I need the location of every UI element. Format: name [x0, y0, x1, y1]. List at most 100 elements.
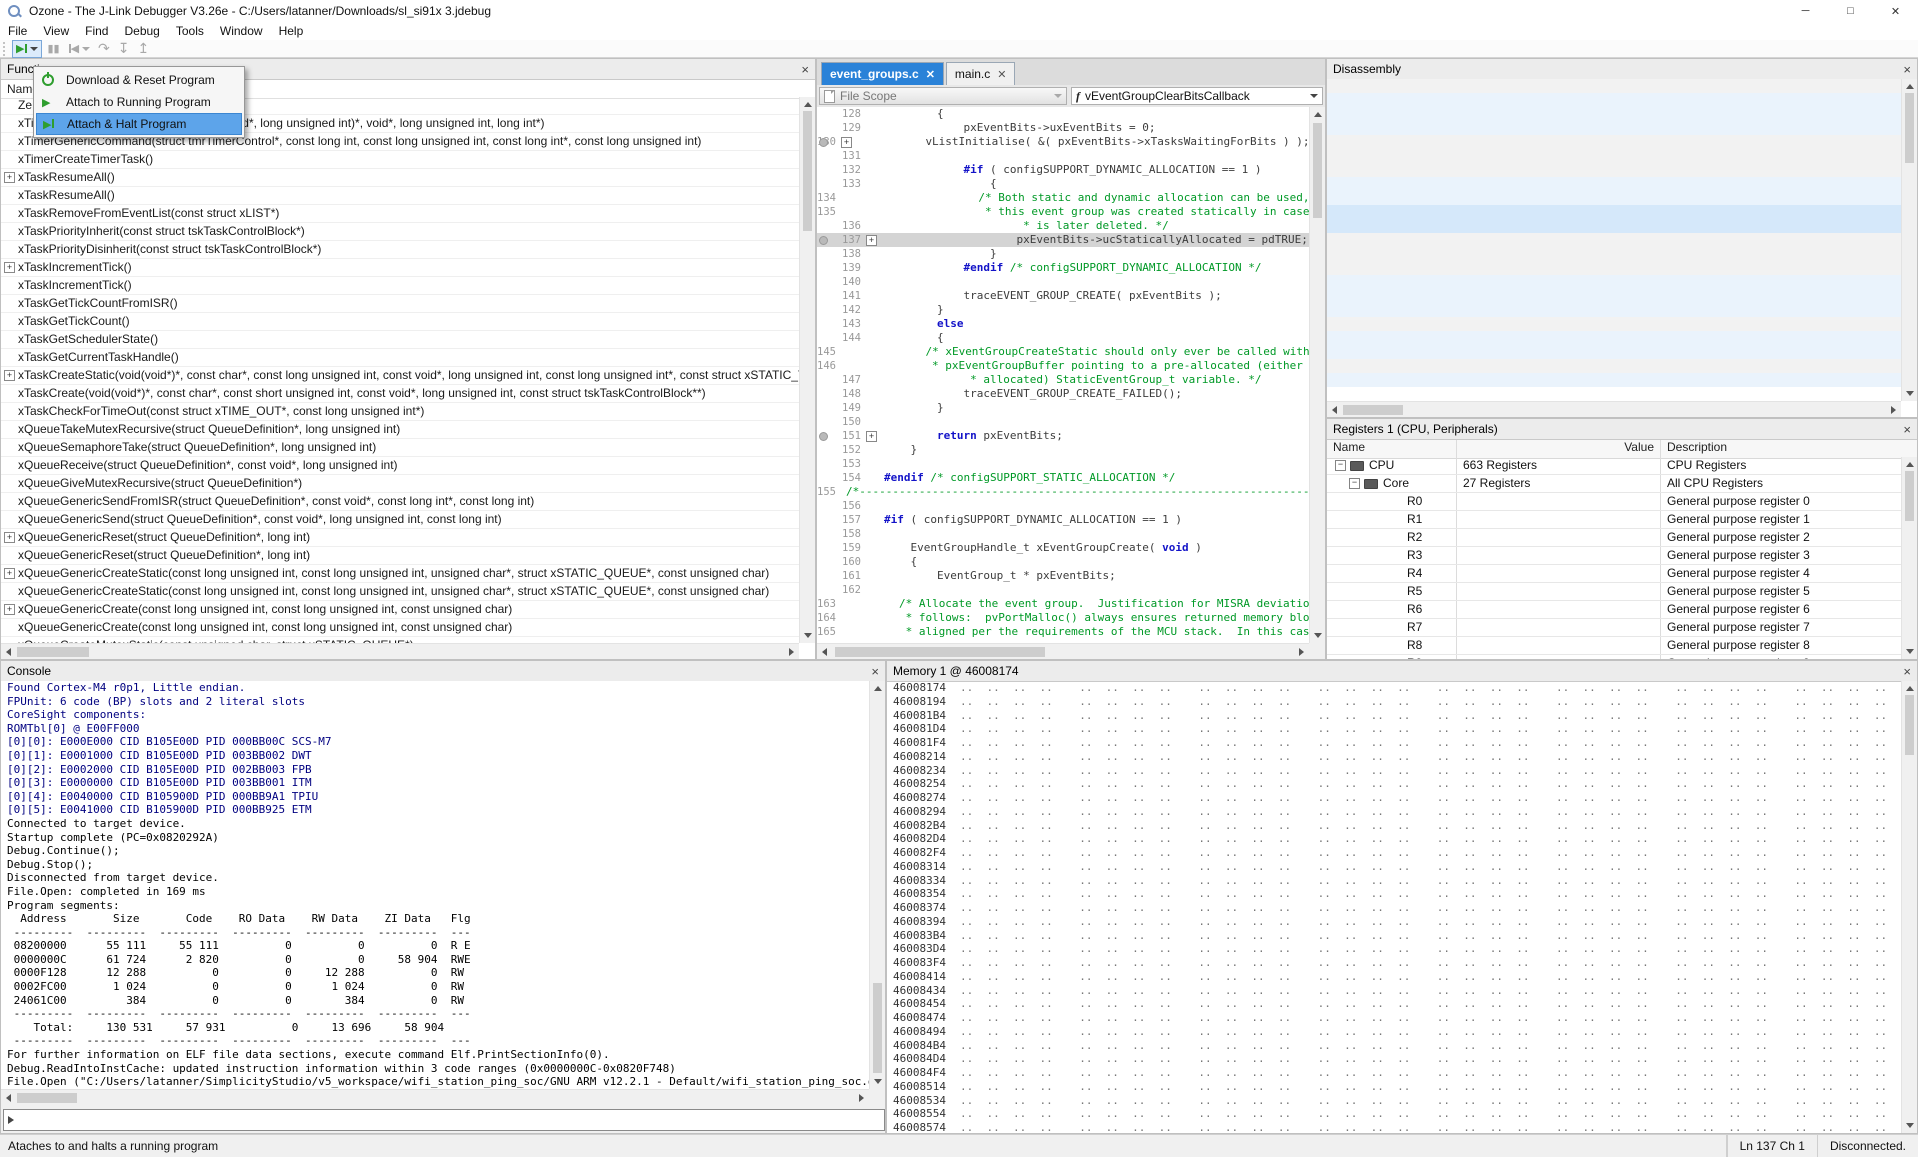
- disassembly-row[interactable]: 08202930ADDSP, SP, #8: [1327, 177, 1901, 191]
- memory-bytes[interactable]: .. .. .. .. .. .. .. .. .. .. .. .. .. .…: [960, 1080, 1887, 1093]
- dropdown-caret-icon[interactable]: [30, 47, 38, 51]
- code-line[interactable]: 159 + EventGroupHandle_t xEventGroupCrea…: [817, 541, 1309, 555]
- memory-bytes[interactable]: .. .. .. .. .. .. .. .. .. .. .. .. .. .…: [960, 874, 1887, 887]
- disassembly-row[interactable]: traceEVENT_GROUP_CREATE( pxEventBits );: [1327, 135, 1901, 149]
- code-line[interactable]: 165 + * aligned per the requirements of …: [817, 625, 1309, 639]
- code-line[interactable]: 153 +: [817, 457, 1309, 471]
- memory-bytes[interactable]: .. .. .. .. .. .. .. .. .. .. .. .. .. .…: [960, 819, 1887, 832]
- memory-bytes[interactable]: .. .. .. .. .. .. .. .. .. .. .. .. .. .…: [960, 736, 1887, 749]
- memory-bytes[interactable]: .. .. .. .. .. .. .. .. .. .. .. .. .. .…: [960, 695, 1887, 708]
- memory-bytes[interactable]: .. .. .. .. .. .. .. .. .. .. .. .. .. .…: [960, 1094, 1887, 1107]
- memory-bytes[interactable]: .. .. .. .. .. .. .. .. .. .. .. .. .. .…: [960, 777, 1887, 790]
- disassembly-row[interactable]: traceEVENT_GROUP_CREATE_FAILED();: [1327, 149, 1901, 163]
- registers-vscrollbar[interactable]: [1901, 457, 1917, 659]
- function-row[interactable]: + xQueueReceive(struct QueueDefinition*,…: [1, 457, 799, 475]
- disassembly-row[interactable]: 0820292AMOVSR3, #1: [1327, 93, 1901, 107]
- register-row[interactable]: − CPU 663 Registers CPU Registers: [1327, 457, 1901, 475]
- function-row[interactable]: + xTaskCreateStatic(void(void*)*, const …: [1, 367, 799, 385]
- register-value[interactable]: [1457, 493, 1661, 510]
- close-button[interactable]: ✕: [1873, 0, 1918, 22]
- expand-plus-icon[interactable]: +: [4, 370, 15, 381]
- disassembly-row[interactable]: xEventGroupCreate: [1327, 205, 1901, 219]
- memory-bytes[interactable]: .. .. .. .. .. .. .. .. .. .. .. .. .. .…: [960, 984, 1887, 997]
- code-line[interactable]: 161 + EventGroup_t * pxEventBits;: [817, 569, 1309, 583]
- memory-row[interactable]: 46008354.. .. .. .. .. .. .. .. .. .. ..…: [887, 887, 1901, 901]
- tab-close-icon[interactable]: ✕: [997, 68, 1006, 81]
- register-value[interactable]: [1457, 655, 1661, 659]
- registers-close-icon[interactable]: ×: [1903, 423, 1911, 436]
- register-value[interactable]: [1457, 547, 1661, 564]
- memory-bytes[interactable]: .. .. .. .. .. .. .. .. .. .. .. .. .. .…: [960, 929, 1887, 942]
- register-row[interactable]: − R1 General purpose register 1: [1327, 511, 1901, 529]
- function-row[interactable]: + xQueueSemaphoreTake(struct QueueDefini…: [1, 439, 799, 457]
- disassembly-row[interactable]: pxEventBits = ( EventGroup_t * ) pvPortM…: [1327, 261, 1901, 275]
- memory-row[interactable]: 46008534.. .. .. .. .. .. .. .. .. .. ..…: [887, 1094, 1901, 1108]
- memory-row[interactable]: 46008454.. .. .. .. .. .. .. .. .. .. ..…: [887, 997, 1901, 1011]
- register-row[interactable]: − R8 General purpose register 8: [1327, 637, 1901, 655]
- disassembly-row[interactable]: 08202932POP{R4, PC}: [1327, 191, 1901, 205]
- function-row[interactable]: + xQueueGenericReset(struct QueueDefinit…: [1, 529, 799, 547]
- code-line[interactable]: 160 + {: [817, 555, 1309, 569]
- file-scope-dropdown[interactable]: File Scope: [819, 87, 1067, 105]
- memory-row[interactable]: 46008574.. .. .. .. .. .. .. .. .. .. ..…: [887, 1121, 1901, 1133]
- memory-row[interactable]: 460084F4.. .. .. .. .. .. .. .. .. .. ..…: [887, 1066, 1901, 1080]
- code-line[interactable]: 147 + * allocated) StaticEventGroup_t va…: [817, 373, 1309, 387]
- register-value[interactable]: 27 Registers: [1457, 475, 1661, 492]
- function-row[interactable]: + xTaskRemoveFromEventList(const struct …: [1, 205, 799, 223]
- memory-row[interactable]: 46008414.. .. .. .. .. .. .. .. .. .. ..…: [887, 970, 1901, 984]
- editor-hscrollbar[interactable]: [817, 643, 1309, 659]
- register-row[interactable]: − R7 General purpose register 7: [1327, 619, 1901, 637]
- pause-button[interactable]: ▮▮: [44, 41, 62, 57]
- memory-row[interactable]: 46008554.. .. .. .. .. .. .. .. .. .. ..…: [887, 1107, 1901, 1121]
- code-line[interactable]: 140 +: [817, 275, 1309, 289]
- code-line[interactable]: 139 + #endif /* configSUPPORT_DYNAMIC_AL…: [817, 261, 1309, 275]
- memory-row[interactable]: 46008194.. .. .. .. .. .. .. .. .. .. ..…: [887, 695, 1901, 709]
- functions-close-icon[interactable]: ×: [801, 63, 809, 76]
- memory-bytes[interactable]: .. .. .. .. .. .. .. .. .. .. .. .. .. .…: [960, 1011, 1887, 1024]
- register-row[interactable]: − Core 27 Registers All CPU Registers: [1327, 475, 1901, 493]
- console-hscrollbar[interactable]: [1, 1089, 869, 1105]
- register-row[interactable]: − R9 General purpose register 9: [1327, 655, 1901, 659]
- fold-plus-icon[interactable]: +: [866, 431, 877, 442]
- register-value[interactable]: [1457, 529, 1661, 546]
- function-row[interactable]: + xTaskIncrementTick(): [1, 259, 799, 277]
- code-line[interactable]: 145 + /* xEventGroupCreateStatic should …: [817, 345, 1309, 359]
- fold-plus-icon[interactable]: +: [866, 235, 877, 246]
- code-line[interactable]: 130 + vListInitialise( &( pxEventBits->x…: [817, 135, 1309, 149]
- code-line[interactable]: 143 + else: [817, 317, 1309, 331]
- code-line[interactable]: 149 + }: [817, 401, 1309, 415]
- memory-row[interactable]: 46008294.. .. .. .. .. .. .. .. .. .. ..…: [887, 805, 1901, 819]
- function-row[interactable]: + xTaskResumeAll(): [1, 169, 799, 187]
- function-dropdown[interactable]: f vEventGroupClearBitsCallback: [1071, 87, 1323, 105]
- memory-bytes[interactable]: .. .. .. .. .. .. .. .. .. .. .. .. .. .…: [960, 956, 1887, 969]
- disassembly-row[interactable]: pxEventBits->uxEventBits = 0;: [1327, 359, 1901, 373]
- disassembly-row[interactable]: 08202940MOVSR5, #0: [1327, 373, 1901, 387]
- register-value[interactable]: [1457, 637, 1661, 654]
- attach-halt-button[interactable]: ▶: [12, 40, 42, 58]
- memory-bytes[interactable]: .. .. .. .. .. .. .. .. .. .. .. .. .. .…: [960, 1066, 1887, 1079]
- disassembly-row[interactable]: pxEventBits->ucStaticallyAllocated = pdT…: [1327, 79, 1901, 93]
- memory-bytes[interactable]: .. .. .. .. .. .. .. .. .. .. .. .. .. .…: [960, 791, 1887, 804]
- memory-close-icon[interactable]: ×: [1903, 665, 1911, 678]
- code-line[interactable]: 146 + * pxEventGroupBuffer pointing to a…: [817, 359, 1309, 373]
- function-row[interactable]: + xTaskIncrementTick(): [1, 277, 799, 295]
- disassembly-vscrollbar[interactable]: [1901, 79, 1917, 401]
- memory-row[interactable]: 46008174.. .. .. .. .. .. .. .. .. .. ..…: [887, 681, 1901, 695]
- function-row[interactable]: + xTaskPriorityInherit(const struct tskT…: [1, 223, 799, 241]
- function-row[interactable]: + xTaskGetCurrentTaskHandle(): [1, 349, 799, 367]
- memory-row[interactable]: 460084B4.. .. .. .. .. .. .. .. .. .. ..…: [887, 1039, 1901, 1053]
- function-row[interactable]: + xQueueGenericCreateStatic(const long u…: [1, 583, 799, 601]
- memory-bytes[interactable]: .. .. .. .. .. .. .. .. .. .. .. .. .. .…: [960, 764, 1887, 777]
- function-row[interactable]: + xTaskResumeAll(): [1, 187, 799, 205]
- register-row[interactable]: − R6 General purpose register 6: [1327, 601, 1901, 619]
- expand-plus-icon[interactable]: +: [4, 532, 15, 543]
- code-line[interactable]: 138 + }: [817, 247, 1309, 261]
- code-line[interactable]: 157 + #if ( configSUPPORT_DYNAMIC_ALLOCA…: [817, 513, 1309, 527]
- menu-option[interactable]: Download & Reset Program: [36, 69, 242, 91]
- register-row[interactable]: − R3 General purpose register 3: [1327, 547, 1901, 565]
- function-row[interactable]: + xQueueGenericCreate(const long unsigne…: [1, 619, 799, 637]
- register-value[interactable]: [1457, 511, 1661, 528]
- memory-bytes[interactable]: .. .. .. .. .. .. .. .. .. .. .. .. .. .…: [960, 915, 1887, 928]
- code-line[interactable]: 142 + }: [817, 303, 1309, 317]
- function-row[interactable]: + xTaskPriorityDisinherit(const struct t…: [1, 241, 799, 259]
